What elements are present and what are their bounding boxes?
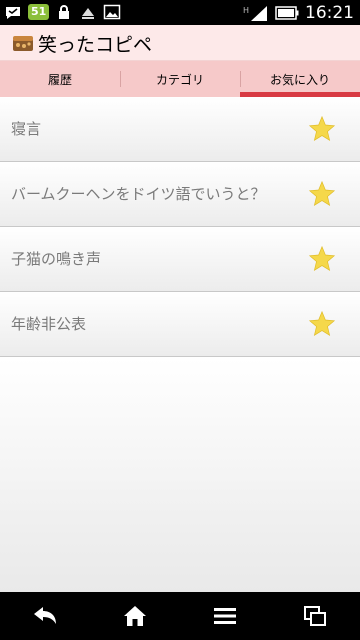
back-icon [34,607,56,624]
star-icon[interactable] [308,115,336,143]
menu-icon [214,608,236,624]
status-time: 16:21 [305,2,354,23]
star-icon[interactable] [308,310,336,338]
home-icon [124,606,146,626]
app-title: 笑ったコピペ [38,34,153,56]
home-button[interactable] [115,596,155,636]
list-item-title: バームクーヘンをドイツ語でいうと？ [11,185,266,203]
app-logo-icon [13,36,33,51]
notification-badge: 51 [28,4,50,20]
star-icon[interactable] [308,245,336,273]
star-icon[interactable] [308,180,336,208]
action-bar: 笑ったコピペ [0,25,360,61]
menu-button[interactable] [205,596,245,636]
message-icon [6,7,20,19]
recent-apps-icon [304,606,326,626]
tab-category[interactable]: カテゴリ [120,61,240,97]
list-item-title: 年齢非公表 [11,315,87,333]
list-item[interactable]: 寝言 [0,97,360,162]
battery-icon [275,5,299,20]
signal-icon: H [243,5,267,21]
tab-bar: 履歴 カテゴリ お気に入り [0,61,360,98]
tab-favorites[interactable]: お気に入り [240,61,360,97]
download-icon [82,8,95,19]
lock-icon [59,5,70,19]
list-item[interactable]: 子猫の鳴き声 [0,227,360,292]
favorites-list: 寝言 バームクーヘンをドイツ語でいうと？ 子猫の鳴き声 年齢非公表 [0,97,360,357]
status-bar-right: H 16:21 [243,0,354,25]
navigation-bar [0,592,360,640]
gallery-icon [104,4,121,20]
status-bar-left: 51 [4,3,121,21]
list-item[interactable]: バームクーヘンをドイツ語でいうと？ [0,162,360,227]
back-button[interactable] [25,596,65,636]
list-item-title: 寝言 [11,120,42,138]
status-bar: 51 H 16:21 [0,0,360,25]
empty-area [0,358,360,592]
recent-apps-button[interactable] [295,596,335,636]
svg-text:H: H [243,6,249,15]
list-item-title: 子猫の鳴き声 [11,250,102,268]
list-item[interactable]: 年齢非公表 [0,292,360,357]
tab-history[interactable]: 履歴 [0,61,120,97]
